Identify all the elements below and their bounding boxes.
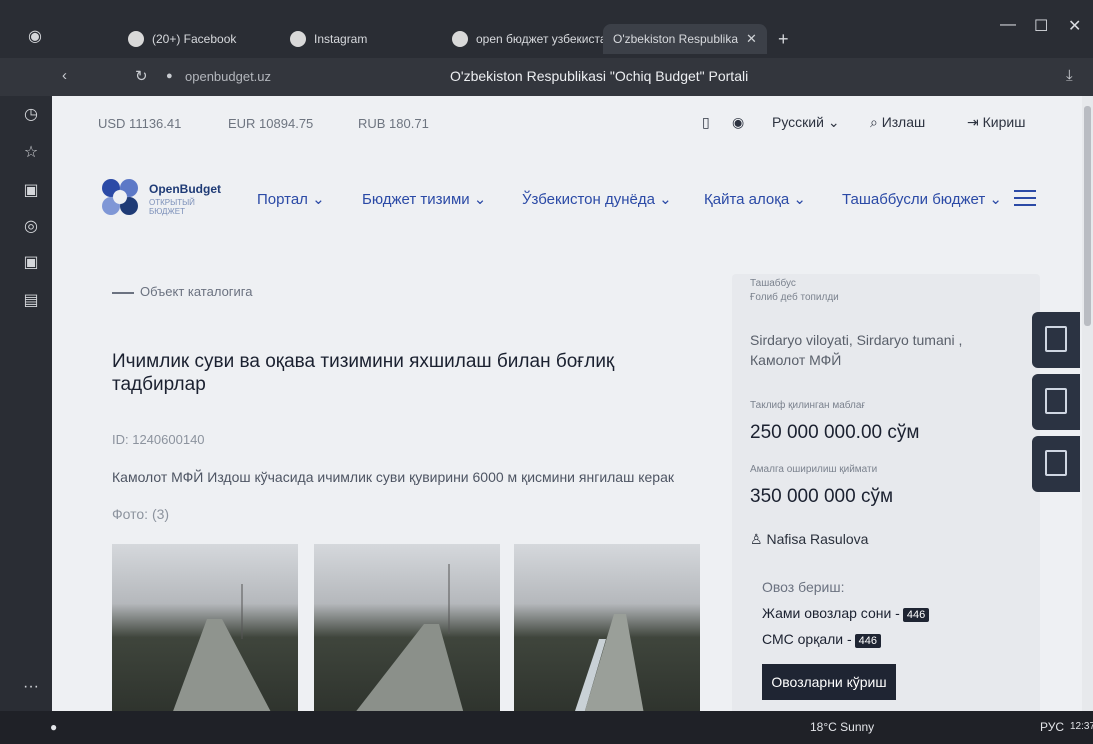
start-icon[interactable]: ● xyxy=(50,720,57,734)
logo-subtext: ОТКРЫТЫЙ БЮДЖЕТ xyxy=(149,198,195,216)
opera-logo-icon[interactable]: ◉ xyxy=(24,26,46,48)
proposed-amount: 250 000 000.00 сўм xyxy=(750,422,920,443)
weather[interactable]: 18°C Sunny xyxy=(810,720,874,734)
tab-label: (20+) Facebook xyxy=(152,32,237,46)
photo-thumbnail-1[interactable] xyxy=(112,544,298,711)
total-votes: Жами овозлар сони -446 xyxy=(762,605,930,622)
project-info-card: Ташаббус Ғолиб деб топилди Sirdaryo vilo… xyxy=(732,274,1040,711)
executed-amount: 350 000 000 сўм xyxy=(750,486,894,507)
login-link[interactable]: ⇥ Кириш xyxy=(967,114,1025,131)
clock[interactable]: 12:37 xyxy=(1070,721,1093,732)
download-icon[interactable]: ⤓ xyxy=(1066,67,1073,84)
logo-mark-icon xyxy=(102,179,138,215)
location: Sirdaryo viloyati, Sirdaryo tumani , Кам… xyxy=(750,332,963,368)
player-icon[interactable]: ◎ xyxy=(20,216,42,238)
eye-icon[interactable]: ◉ xyxy=(732,114,744,131)
photos-label: Фото: (3) xyxy=(112,506,170,522)
instagram-icon xyxy=(290,31,306,47)
sms-votes: СМС орқали -446 xyxy=(762,631,881,648)
address-bar: ‹ ↻ ● openbudget.uz O'zbekiston Respubli… xyxy=(0,58,1093,96)
maximize-icon[interactable]: ☐ xyxy=(1034,16,1048,36)
top-strip: USD 11136.41 EUR 10894.75 RUB 180.71 ▯ ◉… xyxy=(52,96,1082,154)
tab-label: O'zbekiston Respublika xyxy=(613,32,739,46)
page-title-bar: O'zbekiston Respublikasi "Ochiq Budget" … xyxy=(450,68,749,84)
taskbar: ● 18°C Sunny РУС 12:37 xyxy=(0,711,1093,744)
openbudget-logo[interactable]: OpenBudget ОТКРЫТЫЙ БЮДЖЕТ xyxy=(97,168,227,224)
tab-search[interactable]: open бюджет узбекистан xyxy=(452,24,613,54)
breadcrumb[interactable]: Объект каталогига xyxy=(112,284,253,299)
vote-title: Овоз бериш: xyxy=(762,579,845,595)
minimize-icon[interactable]: — xyxy=(1000,16,1016,34)
language-select[interactable]: Русский ⌄ xyxy=(772,114,840,131)
search-link[interactable]: ⌕ Излаш xyxy=(870,114,925,131)
status-value: Ғолиб деб топилди xyxy=(750,292,839,303)
total-votes-badge: 446 xyxy=(902,608,930,622)
tab-label: Instagram xyxy=(314,32,368,46)
user-icon: ♙ xyxy=(750,531,767,547)
project-content: Объект каталогига Ичимлик суви ва оқава … xyxy=(52,244,1082,711)
browser-sidebar: ◷ ☆ ▣ ◎ ▣ ▤ ··· xyxy=(0,96,52,711)
page-scrollbar[interactable] xyxy=(1082,96,1093,711)
nav-initiative-budget[interactable]: Ташаббусли бюджет ⌄ xyxy=(842,190,1002,208)
side-widget-3[interactable] xyxy=(1032,436,1080,492)
app2-icon[interactable]: ▣ xyxy=(20,252,42,274)
history-icon[interactable]: ◷ xyxy=(20,104,42,126)
tab-label: open бюджет узбекистан xyxy=(476,32,614,46)
menu-icon[interactable] xyxy=(1014,190,1036,206)
currency-usd: USD 11136.41 xyxy=(98,116,182,131)
document-icon xyxy=(1045,326,1067,352)
form-icon xyxy=(1045,388,1067,414)
facebook-icon xyxy=(128,31,144,47)
back-icon[interactable]: ‹ xyxy=(62,67,67,84)
nav-portal[interactable]: Портал ⌄ xyxy=(257,190,325,208)
project-description: Камолот МФЙ Издош кўчасида ичимлик суви … xyxy=(112,469,674,485)
logo-text: OpenBudget xyxy=(149,182,221,196)
side-widget-1[interactable] xyxy=(1032,312,1080,368)
report-icon xyxy=(1045,450,1067,476)
screen: ◉ (20+) Facebook Instagram open бюджет у… xyxy=(0,0,1093,744)
search-engine-icon xyxy=(452,31,468,47)
tab-instagram[interactable]: Instagram xyxy=(290,24,367,54)
web-page: USD 11136.41 EUR 10894.75 RUB 180.71 ▯ ◉… xyxy=(52,96,1082,711)
close-tab-icon[interactable]: ✕ xyxy=(746,31,757,47)
tab-facebook[interactable]: (20+) Facebook xyxy=(128,24,236,54)
lock-icon: ● xyxy=(166,70,173,82)
close-window-icon[interactable]: ✕ xyxy=(1068,16,1081,36)
nav-budget-system[interactable]: Бюджет тизими ⌄ xyxy=(362,190,486,208)
search-icon: ⌕ xyxy=(870,114,882,130)
new-tab-button[interactable]: + xyxy=(778,24,789,54)
project-id: ID: 1240600140 xyxy=(112,432,205,447)
author: ♙ Nafisa Rasulova xyxy=(750,531,869,547)
url-field[interactable]: openbudget.uz xyxy=(185,69,271,84)
app-icon[interactable]: ▣ xyxy=(20,180,42,202)
login-icon: ⇥ xyxy=(967,114,983,130)
nav-feedback[interactable]: Қайта алоқа ⌄ xyxy=(704,190,806,208)
sms-votes-badge: 446 xyxy=(854,634,881,648)
main-nav: OpenBudget ОТКРЫТЫЙ БЮДЖЕТ Портал ⌄ Бюдж… xyxy=(52,154,1082,244)
reload-icon[interactable]: ↻ xyxy=(135,67,148,85)
app3-icon[interactable]: ▤ xyxy=(20,290,42,312)
side-widget-2[interactable] xyxy=(1032,374,1080,430)
proposed-label: Таклиф қилинган маблағ xyxy=(750,400,866,411)
bookmark-icon[interactable]: ☆ xyxy=(20,142,42,164)
nav-uzbekistan-world[interactable]: Ўзбекистон дунёда ⌄ xyxy=(522,190,672,208)
more-icon[interactable]: ··· xyxy=(20,676,42,698)
currency-eur: EUR 10894.75 xyxy=(228,116,314,131)
tab-openbudget[interactable]: O'zbekiston Respublika ✕ xyxy=(603,24,767,54)
executed-label: Амалга оширилиш қиймати xyxy=(750,464,878,475)
view-votes-button[interactable]: Овозларни кўриш xyxy=(762,664,896,700)
status-label: Ташаббус xyxy=(750,278,796,289)
mobile-icon[interactable]: ▯ xyxy=(702,114,710,131)
browser-tab-bar: ◉ (20+) Facebook Instagram open бюджет у… xyxy=(0,0,1093,58)
currency-rub: RUB 180.71 xyxy=(358,116,429,131)
project-title: Ичимлик суви ва оқава тизимини яхшилаш б… xyxy=(112,351,615,395)
language-indicator[interactable]: РУС xyxy=(1040,720,1064,734)
photo-thumbnail-3[interactable] xyxy=(514,544,700,711)
photo-thumbnail-2[interactable] xyxy=(314,544,500,711)
